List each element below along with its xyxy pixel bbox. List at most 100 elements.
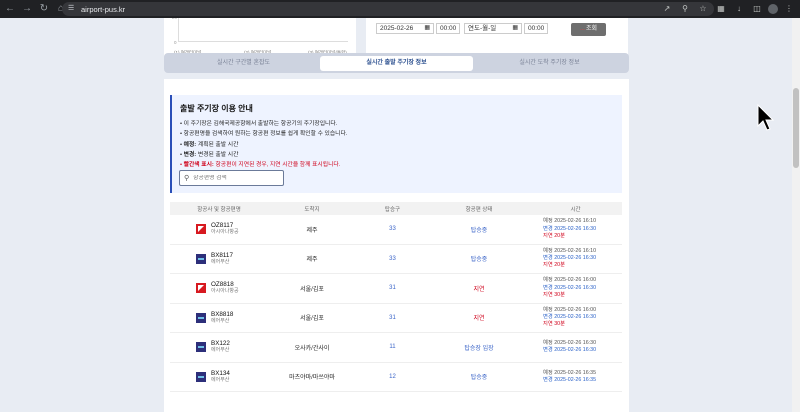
forward-icon[interactable]: → (20, 2, 34, 16)
guide-title: 출발 주기장 이용 안내 (180, 104, 253, 113)
changed-time: 변경 2025-02-26 16:30 (543, 284, 597, 291)
departure-table: 항공사 및 항공편명 도착지 탑승구 항공편 상태 시간 OZ8117 아시아나항… (170, 202, 622, 392)
y-tick: 0 (174, 40, 177, 45)
browser-actions: ↗ ⚲ ☆ ▦ ↓ ◫ ⋮ (656, 2, 796, 16)
tab-section-congestion[interactable]: 실시간 구간별 혼잡도 (167, 56, 320, 71)
col-header-destination: 도착지 (304, 206, 320, 213)
guide-line-delay: • 빨간색 표시: 항공편이 지연된 경우, 지연 시간을 함께 표시됩니다. (180, 162, 341, 169)
end-time-input[interactable]: 00:00 (524, 23, 548, 34)
flight-search-input[interactable] (193, 175, 279, 181)
guide-desc: 변경된 출발 시간 (196, 151, 239, 158)
table-row[interactable]: BX122 에어부산 오사카/간사이 11 탑승장 입장 예정 2025-02-26 16… (170, 333, 622, 363)
gate-cell: 11 (389, 344, 396, 351)
changed-time: 변경 2025-02-26 16:35 (543, 376, 597, 383)
airline-cell: OZ8117 아시아나항공 (170, 222, 268, 236)
gate-cell: 33 (389, 255, 396, 262)
airline-logo-icon (196, 312, 206, 323)
tab-arrival-stands[interactable]: 실시간 도착 주기장 정보 (473, 56, 626, 71)
changed-time: 변경 2025-02-26 16:30 (543, 225, 597, 232)
gate-cell: 31 (389, 285, 396, 292)
mouse-cursor-icon (757, 104, 775, 131)
airline-cell: OZ8818 아시아나항공 (170, 281, 268, 295)
scheduled-time: 예정 2025-02-26 16:35 (543, 369, 597, 376)
sidepanel-icon[interactable]: ◫ (750, 2, 764, 16)
y-tick: 20 (172, 18, 177, 20)
table-row[interactable]: OZ8818 아시아나항공 서울/김포 31 지연 예정 2025-02-26 16:00… (170, 274, 622, 304)
airline-logo-icon (196, 283, 206, 294)
delay-time: 지연 30분 (543, 291, 565, 298)
guide-line: • 이 주기장은 김해국제공항에서 출발하는 항공기의 주기장입니다. (180, 121, 338, 127)
table-row[interactable]: BX8117 에어부산 제주 33 탑승중 예정 2025-02-26 16:10 변경 2… (170, 245, 622, 274)
time-cell: 예정 2025-02-26 16:10 변경 2025-02-26 16:30 지연… (529, 218, 622, 240)
extensions-icon[interactable]: ▦ (714, 2, 728, 16)
start-time-input[interactable]: 00:00 (436, 23, 460, 34)
time-cell: 예정 2025-02-26 16:35 변경 2025-02-26 16:35 (529, 370, 622, 384)
profile-avatar[interactable] (768, 4, 778, 14)
scheduled-time: 예정 2025-02-26 16:00 (543, 277, 597, 284)
share-icon[interactable]: ↗ (660, 2, 674, 16)
col-header-time: 시간 (570, 206, 581, 213)
delay-time: 지연 30분 (543, 321, 565, 328)
calendar-icon[interactable]: ▦ (424, 24, 430, 33)
delay-time: 지연 20분 (543, 262, 565, 269)
download-icon[interactable]: ↓ (732, 2, 746, 16)
bookmark-star-icon[interactable]: ☆ (696, 2, 710, 16)
airline-logo-icon (196, 253, 206, 264)
airline-name: 에어부산 (211, 258, 230, 265)
time-cell: 예정 2025-02-26 16:10 변경 2025-02-26 16:30 지연… (529, 248, 622, 270)
status-cell: 지연 (473, 316, 485, 323)
start-date-input[interactable]: 2025-02-26 ▦ (376, 23, 434, 34)
status-cell: 지연 (473, 286, 485, 293)
airline-logo-icon (196, 342, 206, 353)
table-row[interactable]: OZ8117 아시아나항공 제주 33 탑승중 예정 2025-02-26 16:10 변경… (170, 215, 622, 245)
url-text[interactable]: airport-pus.kr (81, 5, 125, 14)
scheduled-time: 예정 2025-02-26 16:10 (543, 218, 597, 225)
guide-desc: 계획된 출발 시간 (196, 141, 239, 148)
gate-cell: 33 (389, 226, 396, 233)
guide-term: 빨간색 표시: (183, 162, 214, 169)
loading-dots-icon: ... (579, 26, 585, 32)
time-cell: 예정 2025-02-26 16:00 변경 2025-02-26 16:30 지연… (529, 307, 622, 329)
airline-info: OZ8818 아시아나항공 (211, 281, 239, 295)
time-cell: 예정 2025-02-26 16:00 변경 2025-02-26 16:30 지연… (529, 277, 622, 299)
table-row[interactable]: BX8818 에어부산 서울/김포 31 지연 예정 2025-02-26 16:00 변경… (170, 304, 622, 333)
scrollbar-thumb[interactable] (793, 88, 799, 168)
time-cell: 예정 2025-02-26 16:30 변경 2025-02-26 16:30 (529, 340, 622, 354)
page-scrollbar[interactable] (792, 18, 800, 412)
guide-line: • 항공편명을 검색하여 원하는 항공편 정보를 쉽게 확인할 수 있습니다. (180, 131, 348, 138)
page-viewport: 20 0 (1) 여객터미널 (2) 여객터미널 (3) 여객터미널(통합) 2… (0, 18, 792, 412)
changed-time: 변경 2025-02-26 16:30 (543, 347, 597, 354)
airline-name: 에어부산 (211, 317, 230, 324)
reload-icon[interactable]: ↻ (37, 2, 51, 16)
chart-plot-area (178, 18, 348, 42)
back-icon[interactable]: ← (3, 2, 17, 16)
menu-kebab-icon[interactable]: ⋮ (782, 2, 796, 16)
airline-info: BX134 에어부산 (211, 370, 230, 384)
airline-name: 에어부산 (211, 376, 230, 383)
end-date-input[interactable]: 연도-월-일 ▦ (464, 23, 522, 34)
lookup-button[interactable]: ...조회 (571, 23, 606, 36)
flight-search-box[interactable]: ⚲ (179, 170, 284, 186)
airline-logo-icon (196, 371, 206, 382)
col-header-status: 항공편 상태 (465, 206, 493, 213)
calendar-icon[interactable]: ▦ (512, 24, 518, 33)
table-body: OZ8117 아시아나항공 제주 33 탑승중 예정 2025-02-26 16:10 변경… (170, 215, 622, 392)
table-row[interactable]: BX134 에어부산 마츠야마/마쓰야마 12 탑승중 예정 2025-02-26 16:… (170, 363, 622, 392)
airline-info: OZ8117 아시아나항공 (211, 222, 239, 236)
airline-info: BX8818 에어부산 (211, 311, 233, 325)
gate-cell: 31 (389, 314, 396, 321)
flight-number: BX8117 (211, 251, 233, 259)
end-date-value: 연도-월-일 (468, 25, 497, 32)
address-bar[interactable]: ☰ airport-pus.kr (62, 2, 714, 16)
destination-cell: 서울/김포 (300, 316, 324, 323)
destination-cell: 오사카/간사이 (294, 345, 330, 352)
airline-name: 아시아나항공 (211, 229, 239, 236)
end-time-value: 00:00 (528, 25, 545, 32)
guide-term: 예정: (183, 141, 197, 148)
destination-cell: 서울/김포 (300, 286, 324, 293)
site-info-icon[interactable]: ☰ (68, 5, 76, 13)
zoom-icon[interactable]: ⚲ (678, 2, 692, 16)
destination-cell: 제주 (306, 257, 318, 264)
airline-info: BX8117 에어부산 (211, 252, 233, 266)
tab-departure-stands[interactable]: 실시간 출발 주기장 정보 (320, 55, 473, 71)
